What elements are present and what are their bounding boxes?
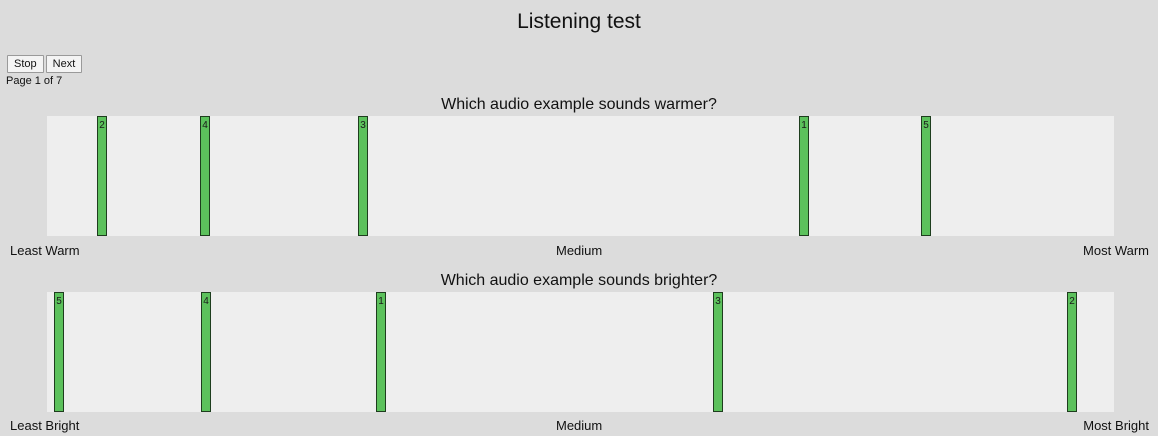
slider-marker[interactable]: 5	[921, 116, 931, 236]
playback-controls: Stop Next	[7, 55, 83, 73]
marker-label: 4	[203, 296, 209, 307]
page-indicator: Page 1 of 7	[6, 75, 63, 87]
slider-marker[interactable]: 1	[376, 292, 386, 412]
slider-marker[interactable]: 4	[200, 116, 210, 236]
warmth-scale-min-label: Least Warm	[10, 243, 80, 258]
marker-label: 3	[715, 296, 721, 307]
slider-marker[interactable]: 2	[97, 116, 107, 236]
marker-label: 5	[923, 120, 929, 131]
slider-marker[interactable]: 3	[713, 292, 723, 412]
slider-marker[interactable]: 4	[201, 292, 211, 412]
brightness-scale-mid-label: Medium	[556, 418, 603, 433]
question-brightness-text: Which audio example sounds brighter?	[440, 272, 718, 289]
page-title: Listening test	[517, 10, 641, 33]
marker-label: 2	[1069, 296, 1075, 307]
marker-label: 2	[99, 120, 105, 131]
slider-marker[interactable]: 3	[358, 116, 368, 236]
marker-label: 5	[56, 296, 62, 307]
marker-label: 3	[360, 120, 366, 131]
marker-label: 1	[378, 296, 384, 307]
stop-button[interactable]: Stop	[7, 55, 44, 73]
question-warmth-text: Which audio example sounds warmer?	[441, 96, 717, 113]
next-button[interactable]: Next	[45, 55, 83, 73]
warmth-scale-mid-label: Medium	[556, 243, 603, 258]
slider-marker[interactable]: 5	[54, 292, 64, 412]
slider-marker[interactable]: 1	[799, 116, 809, 236]
brightness-scale-min-label: Least Bright	[10, 418, 80, 433]
warmth-scale-max-label: Most Warm	[1083, 243, 1149, 258]
warmth-slider-area[interactable]: 2 4 3 1 5	[47, 116, 1114, 236]
brightness-slider-area[interactable]: 5 4 1 3 2	[47, 292, 1114, 412]
marker-label: 4	[202, 120, 208, 131]
brightness-scale-max-label: Most Bright	[1083, 418, 1149, 433]
marker-label: 1	[801, 120, 807, 131]
slider-marker[interactable]: 2	[1067, 292, 1077, 412]
